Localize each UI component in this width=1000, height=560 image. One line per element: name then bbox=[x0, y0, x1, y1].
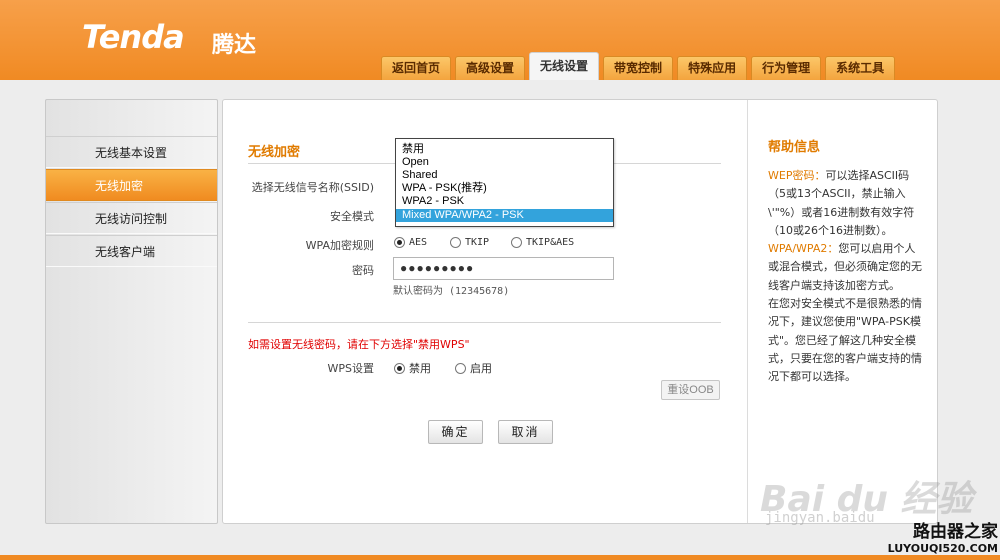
help-wep-key: WEP密码： bbox=[768, 169, 826, 182]
password-hint: 默认密码为 (12345678) bbox=[393, 286, 510, 297]
radio-wps-enable-label: 启用 bbox=[470, 362, 492, 375]
tab-home[interactable]: 返回首页 bbox=[381, 56, 452, 80]
tab-wireless[interactable]: 无线设置 bbox=[529, 52, 600, 80]
radio-wps-enable[interactable]: 启用 bbox=[455, 360, 492, 376]
cancel-button[interactable]: 取消 bbox=[498, 420, 553, 444]
sidebar-item-access-control[interactable]: 无线访问控制 bbox=[46, 202, 217, 234]
tenda-logo-cn: 腾达 bbox=[212, 33, 257, 58]
help-body: WEP密码：可以选择ASCII码（5或13个ASCII，禁止输入\'"%）或者1… bbox=[768, 167, 923, 387]
radio-tkip-button[interactable] bbox=[450, 237, 461, 248]
sidebar-item-wireless-basic[interactable]: 无线基本设置 bbox=[46, 136, 217, 168]
security-mode-dropdown[interactable]: 禁用 Open Shared WPA - PSK(推荐) WPA2 - PSK … bbox=[395, 138, 614, 227]
reset-oob-button[interactable]: 重设OOB bbox=[661, 380, 720, 400]
radio-wps-enable-button[interactable] bbox=[455, 362, 466, 374]
radio-tkip[interactable]: TKIP bbox=[450, 237, 489, 248]
baidu-watermark-url: jingyan.baidu bbox=[765, 510, 875, 526]
password-field[interactable]: ●●●●●●●●● bbox=[393, 257, 614, 280]
help-title: 帮助信息 bbox=[768, 140, 821, 155]
ok-button[interactable]: 确定 bbox=[428, 420, 483, 444]
password-label: 密码 bbox=[352, 264, 374, 277]
radio-tkip-aes-button[interactable] bbox=[511, 237, 522, 248]
wps-note: 如需设置无线密码，请在下方选择"禁用WPS" bbox=[248, 338, 470, 351]
radio-tkip-aes[interactable]: TKIP&AES bbox=[511, 237, 574, 248]
sidebar-item-wireless-security[interactable]: 无线加密 bbox=[46, 169, 217, 201]
tab-special-apps[interactable]: 特殊应用 bbox=[677, 56, 748, 80]
option-shared[interactable]: Shared bbox=[396, 169, 613, 182]
option-disabled[interactable]: 禁用 bbox=[396, 143, 613, 156]
radio-wps-disable[interactable]: 禁用 bbox=[394, 360, 431, 376]
tab-system-tools[interactable]: 系统工具 bbox=[825, 56, 896, 80]
footer-strip bbox=[0, 555, 1000, 560]
wpa-rule-label: WPA加密规则 bbox=[305, 239, 374, 252]
sidebar: 无线基本设置 无线加密 无线访问控制 无线客户端 bbox=[45, 99, 218, 524]
option-wpa-psk[interactable]: WPA - PSK(推荐) bbox=[396, 182, 613, 195]
router-watermark-cn: 路由器之家 bbox=[913, 522, 998, 542]
help-divider bbox=[747, 100, 748, 523]
radio-wps-disable-button[interactable] bbox=[394, 362, 405, 374]
section-title: 无线加密 bbox=[248, 145, 301, 160]
tab-bandwidth[interactable]: 带宽控制 bbox=[603, 56, 674, 80]
security-mode-label: 安全模式 bbox=[330, 210, 374, 223]
top-nav: 返回首页 高级设置 无线设置 带宽控制 特殊应用 行为管理 系统工具 bbox=[381, 52, 896, 80]
option-wpa2-psk[interactable]: WPA2 - PSK bbox=[396, 195, 613, 208]
help-tip-text: 在您对安全模式不是很熟悉的情况下，建议您使用"WPA-PSK模式"。您已经了解这… bbox=[768, 297, 922, 384]
radio-aes-label: AES bbox=[409, 237, 428, 248]
sidebar-item-wireless-clients[interactable]: 无线客户端 bbox=[46, 235, 217, 267]
tab-behavior[interactable]: 行为管理 bbox=[751, 56, 822, 80]
header-bar: Tenda 腾达 返回首页 高级设置 无线设置 带宽控制 特殊应用 行为管理 系… bbox=[0, 0, 1000, 80]
radio-aes-button[interactable] bbox=[394, 237, 405, 248]
tenda-logo: Tenda bbox=[82, 18, 185, 56]
router-watermark: 路由器之家 LUYOUQI520.COM bbox=[870, 517, 998, 555]
ssid-label: 选择无线信号名称(SSID) bbox=[251, 181, 374, 194]
option-open[interactable]: Open bbox=[396, 156, 613, 169]
help-wpa-key: WPA/WPA2： bbox=[768, 242, 839, 256]
tab-advanced[interactable]: 高级设置 bbox=[455, 56, 526, 80]
wps-label: WPS设置 bbox=[327, 362, 375, 375]
option-mixed-wpa-wpa2-psk[interactable]: Mixed WPA/WPA2 - PSK bbox=[396, 209, 613, 222]
radio-aes[interactable]: AES bbox=[394, 237, 427, 248]
radio-tkip-aes-label: TKIP&AES bbox=[526, 237, 575, 248]
wps-divider bbox=[248, 322, 721, 323]
router-watermark-url: LUYOUQI520.COM bbox=[887, 542, 998, 555]
radio-tkip-label: TKIP bbox=[465, 237, 490, 248]
radio-wps-disable-label: 禁用 bbox=[409, 362, 431, 375]
